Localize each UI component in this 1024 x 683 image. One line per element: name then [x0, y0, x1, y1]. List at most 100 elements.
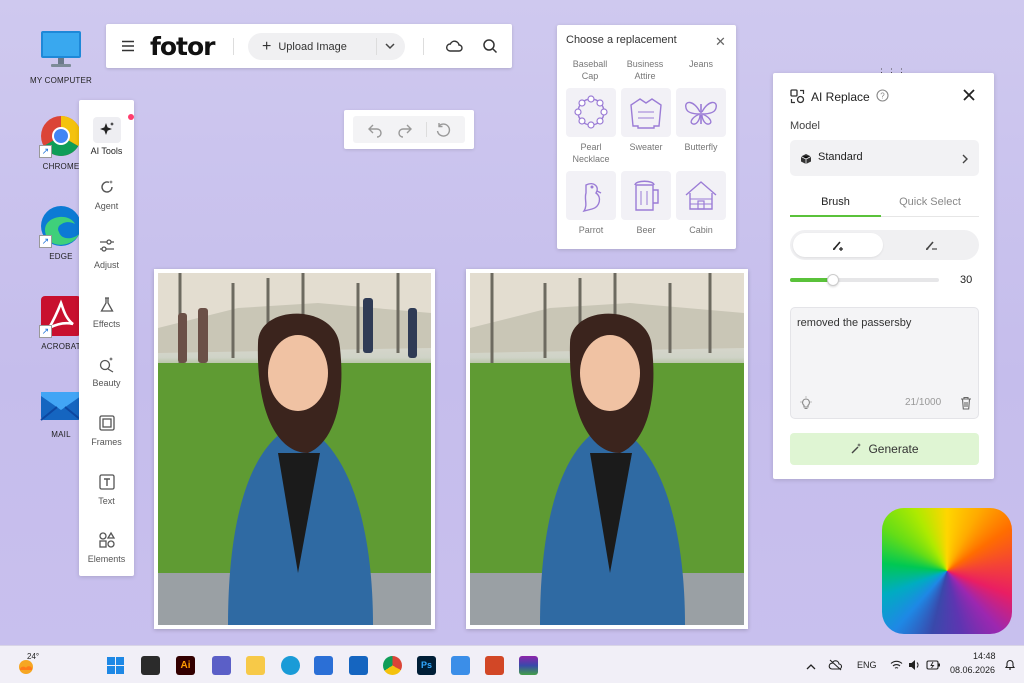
- tool-frames[interactable]: Frames: [79, 414, 134, 447]
- mail-taskbar-icon[interactable]: [349, 656, 368, 675]
- original-photo[interactable]: [154, 269, 435, 629]
- parrot-icon: [582, 183, 602, 213]
- close-icon[interactable]: ✕: [715, 34, 726, 50]
- wifi-icon[interactable]: [890, 658, 903, 676]
- taskview-icon[interactable]: [141, 656, 160, 675]
- sliders-icon: [99, 239, 114, 252]
- sparkle-icon: [99, 122, 114, 135]
- powerpoint-icon[interactable]: [485, 656, 504, 675]
- language-indicator[interactable]: ENG: [857, 660, 877, 670]
- result-photo[interactable]: [466, 269, 748, 629]
- desktop-icon-label: ACROBAT: [41, 342, 81, 351]
- cloud-icon[interactable]: [445, 38, 463, 59]
- chevron-up-icon[interactable]: [806, 659, 816, 677]
- shortcut-arrow-icon: ↗: [39, 235, 52, 248]
- clock-time[interactable]: 14:48: [973, 651, 996, 661]
- replacement-item-beer[interactable]: [621, 171, 671, 220]
- replacement-title: Choose a replacement: [566, 34, 677, 46]
- upload-image-button[interactable]: + Upload Image: [248, 33, 405, 60]
- prompt-textarea[interactable]: removed the passersby 21/1000: [790, 307, 979, 419]
- winrar-icon[interactable]: [519, 656, 538, 675]
- tools-sidebar: AI Tools Agent Adjust Effects Beauty Fra…: [79, 100, 134, 576]
- beer-icon: [634, 180, 659, 211]
- weather-widget[interactable]: 24°: [17, 652, 47, 678]
- volume-icon[interactable]: [908, 658, 921, 676]
- tool-label: Text: [98, 496, 115, 506]
- tab-brush[interactable]: Brush: [790, 189, 881, 217]
- butterfly-icon: [685, 101, 717, 125]
- close-icon[interactable]: [962, 88, 976, 107]
- tool-beauty[interactable]: Beauty: [79, 355, 134, 388]
- tool-label: Adjust: [93, 260, 119, 270]
- fotor-logo[interactable]: fotor: [150, 32, 216, 61]
- photoshop-icon[interactable]: Ps: [417, 656, 436, 675]
- fotor-app-icon[interactable]: [882, 508, 1012, 634]
- illustrator-icon[interactable]: Ai: [176, 656, 195, 675]
- magic-wand-icon: [851, 443, 862, 454]
- brush-size-handle[interactable]: [827, 274, 840, 286]
- tool-elements[interactable]: Elements: [79, 531, 134, 564]
- sweater-icon: [630, 98, 662, 129]
- chrome-taskbar-icon[interactable]: [383, 656, 402, 675]
- teams-icon[interactable]: [212, 656, 231, 675]
- replacement-item-parrot[interactable]: [566, 171, 616, 220]
- edge-taskbar-icon[interactable]: [281, 656, 300, 675]
- replacement-item-sweater[interactable]: [621, 88, 671, 137]
- text-icon: [98, 474, 115, 490]
- edge-icon: ↗: [39, 204, 83, 248]
- notification-bell-icon[interactable]: [1004, 658, 1016, 676]
- tool-adjust[interactable]: Adjust: [79, 237, 134, 270]
- char-count: 21/1000: [905, 397, 942, 408]
- beauty-icon: [99, 357, 113, 373]
- tool-label: Elements: [87, 554, 126, 564]
- lightbulb-icon[interactable]: [799, 396, 813, 415]
- brush-size-slider[interactable]: [790, 274, 939, 286]
- store-icon[interactable]: [314, 656, 333, 675]
- start-button[interactable]: [106, 656, 125, 675]
- trash-icon[interactable]: [960, 396, 972, 415]
- monitor-icon: [39, 28, 83, 72]
- tool-text[interactable]: Text: [79, 473, 134, 506]
- tab-quick-select[interactable]: Quick Select: [881, 189, 979, 217]
- replacement-item-pearl-necklace[interactable]: [566, 88, 616, 137]
- brush-size-value: 30: [960, 274, 973, 286]
- undo-icon[interactable]: [367, 122, 383, 143]
- necklace-icon: [574, 95, 608, 129]
- replacement-item-butterfly[interactable]: [676, 88, 726, 137]
- help-icon[interactable]: ?: [876, 89, 889, 107]
- search-icon[interactable]: [482, 38, 498, 59]
- model-select[interactable]: Standard: [790, 140, 979, 176]
- replacement-item-label: Cabin: [689, 225, 713, 235]
- tool-agent[interactable]: Agent: [79, 178, 134, 211]
- redo-icon[interactable]: [397, 122, 413, 143]
- model-label: Model: [790, 120, 820, 132]
- clock-date[interactable]: 08.06.2026: [950, 665, 995, 675]
- photos-icon[interactable]: [451, 656, 470, 675]
- replacement-item-label: Pearl Necklace: [572, 142, 610, 164]
- prompt-text: removed the passersby: [797, 317, 912, 329]
- ai-replace-icon: [790, 89, 805, 109]
- shapes-icon: [98, 531, 115, 548]
- tool-effects[interactable]: Effects: [79, 296, 134, 329]
- desktop-icon-my-computer[interactable]: MY COMPUTER: [26, 28, 96, 85]
- cloud-off-icon[interactable]: [828, 658, 843, 676]
- replacement-item-cabin[interactable]: [676, 171, 726, 220]
- history-toolbar: [344, 110, 474, 149]
- replacement-top-label[interactable]: Baseball Cap: [560, 58, 620, 82]
- chevron-down-icon[interactable]: [384, 40, 396, 55]
- mail-icon: [39, 382, 83, 426]
- replacement-item-label: Beer: [636, 225, 656, 235]
- replacement-top-label[interactable]: Jeans: [671, 58, 731, 70]
- brush-erase-button[interactable]: [886, 233, 976, 257]
- cabin-icon: [685, 181, 717, 210]
- tool-ai-tools[interactable]: AI Tools: [79, 117, 134, 156]
- brush-add-button[interactable]: [793, 233, 883, 257]
- replacement-top-label[interactable]: Business Attire: [615, 58, 675, 82]
- generate-button[interactable]: Generate: [790, 433, 979, 465]
- reset-icon[interactable]: [435, 122, 451, 143]
- battery-icon[interactable]: [926, 658, 941, 676]
- menu-icon[interactable]: [121, 39, 135, 58]
- top-toolbar: fotor + Upload Image: [106, 24, 512, 68]
- model-value: Standard: [818, 151, 863, 163]
- file-explorer-icon[interactable]: [246, 656, 265, 675]
